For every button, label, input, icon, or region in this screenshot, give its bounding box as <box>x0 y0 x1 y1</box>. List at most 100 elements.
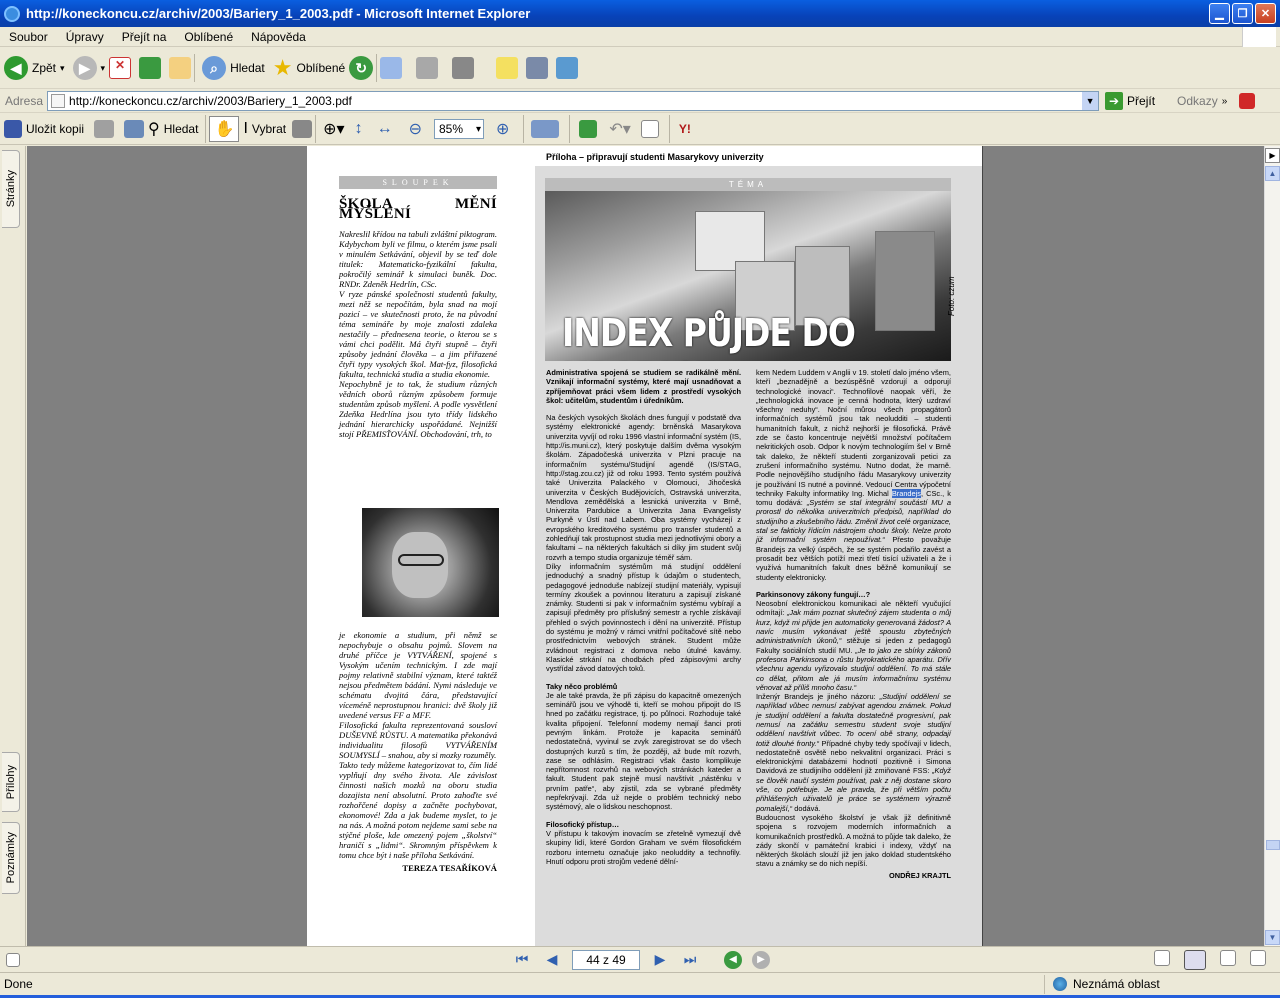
email-pdf-icon[interactable] <box>124 120 145 138</box>
edit-icon[interactable] <box>452 57 475 79</box>
highlighted-text[interactable]: Brandejs <box>891 488 921 498</box>
page-number-input[interactable]: 44 z 49 <box>572 949 640 970</box>
search-button[interactable]: ⌕ Hledat <box>198 51 269 85</box>
zoom-in-tool-icon[interactable]: ⊕▾ <box>323 119 344 139</box>
window-title: http://koneckoncu.cz/archiv/2003/Bariery… <box>26 6 531 21</box>
menu-oblibene[interactable]: Oblíbené <box>175 30 242 44</box>
menu-upravy[interactable]: Úpravy <box>57 30 113 44</box>
windows-logo-icon <box>1242 27 1276 47</box>
text-cursor-icon: I <box>243 120 248 137</box>
status-text: Done <box>4 977 33 991</box>
paragraph: Inženýr Brandejs je jiného názoru: „Stud… <box>756 692 952 813</box>
spellcheck-icon[interactable] <box>579 120 598 138</box>
paragraph: V ryze pánské společnosti studentů fakul… <box>339 289 497 379</box>
article-column-2: kem Nedem Luddem v Anglii v 19. století … <box>756 368 951 880</box>
snapshot-icon[interactable] <box>292 120 313 138</box>
back-arrow-icon: ◀ <box>4 56 28 80</box>
zoom-select[interactable]: 85% <box>433 119 484 139</box>
photo-credit: Foto: czum <box>947 276 956 316</box>
discuss-icon[interactable] <box>496 57 519 79</box>
column-heading: ŠKOLA MĚNÍ MYŠLENÍ <box>339 196 497 222</box>
address-dropdown-icon[interactable]: ▼ <box>1082 92 1099 110</box>
vertical-scrollbar[interactable]: ▶ ▲ ▼ <box>1264 146 1280 946</box>
continuous-icon[interactable] <box>1184 949 1206 970</box>
section-label: SLOUPEK <box>339 176 497 189</box>
zoom-out-icon[interactable]: ⊖ <box>409 119 422 139</box>
subheading: Parkinsonovy zákony fungují…? <box>756 589 871 599</box>
last-page-icon[interactable]: ⏭ <box>680 950 700 970</box>
maximize-button[interactable]: ❐ <box>1232 3 1253 24</box>
minimize-button[interactable]: ▁ <box>1209 3 1230 24</box>
refresh-icon[interactable] <box>139 57 162 79</box>
lead-paragraph: Administrativa spojená se studiem se rad… <box>546 368 741 405</box>
paragraph: Filosofická fakulta reprezentovaná sousl… <box>339 720 497 760</box>
navigation-pane: Stránky Přílohy Poznámky <box>0 146 26 946</box>
select-tool-button[interactable]: I Vybrat <box>239 112 290 146</box>
favorites-button[interactable]: ★ Oblíbené <box>269 51 349 85</box>
close-button[interactable]: ✕ <box>1255 3 1276 24</box>
first-page-icon[interactable]: ⏮ <box>512 950 532 970</box>
author-signature: TEREZA TESAŘÍKOVÁ <box>402 863 497 873</box>
scroll-down-icon[interactable]: ▼ <box>1265 930 1280 945</box>
hand-tool-icon[interactable]: ✋ <box>209 116 240 142</box>
mail-icon[interactable] <box>380 57 403 79</box>
acrobat-icon[interactable] <box>1239 93 1256 109</box>
tab-attachments[interactable]: Přílohy <box>2 752 20 812</box>
yahoo-icon[interactable]: Y! <box>679 122 691 136</box>
previous-page-icon[interactable]: ◀ <box>542 950 562 970</box>
paragraph: Nakreslil křídou na tabuli zvláštní pikt… <box>339 229 497 289</box>
next-page-icon[interactable]: ▶ <box>650 950 670 970</box>
paragraph: je ekonomie a studium, při němž se nepoc… <box>339 630 497 720</box>
browser-toolbar: ◀ Zpět ▾ ▶ ▾ ✕ ⌕ Hledat ★ Oblíbené ↻ <box>0 48 1280 89</box>
single-page-icon[interactable] <box>1154 949 1170 966</box>
pdf-toolbar: Uložit kopii ⚲ Hledat ✋ I Vybrat ⊕▾ ↕ ↔ … <box>0 114 1280 145</box>
links-chevron-icon[interactable]: » <box>1222 96 1228 107</box>
scroll-thumb[interactable] <box>1266 840 1280 850</box>
column-left: SLOUPEK ŠKOLA MĚNÍ MYŠLENÍ Nakreslil kří… <box>339 176 497 439</box>
messenger-icon[interactable] <box>556 57 579 79</box>
continuous-facing-icon[interactable] <box>1250 949 1266 966</box>
document-icon[interactable] <box>640 120 659 138</box>
status-panel-icon[interactable] <box>6 952 20 967</box>
stop-icon[interactable]: ✕ <box>109 57 132 79</box>
fit-height-icon[interactable]: ↕ <box>355 120 363 138</box>
facing-icon[interactable] <box>1220 949 1236 966</box>
home-icon[interactable] <box>169 57 192 79</box>
column-left-bottom: je ekonomie a studium, při němž se nepoc… <box>339 630 497 873</box>
print-pdf-icon[interactable] <box>94 120 115 138</box>
pdf-page: SLOUPEK ŠKOLA MĚNÍ MYŠLENÍ Nakreslil kří… <box>307 146 983 946</box>
article-signature: ONDŘEJ KRAJTL <box>888 870 951 880</box>
forward-arrow-icon: ▶ <box>72 56 97 80</box>
links-label[interactable]: Odkazy <box>1177 94 1218 108</box>
pane-menu-icon[interactable]: ▶ <box>1265 148 1280 163</box>
ie-icon <box>4 5 20 22</box>
fit-width-icon[interactable]: ↔ <box>377 120 393 138</box>
zoom-in-icon[interactable]: ⊕ <box>496 119 509 139</box>
page-header: Příloha – připravují studenti Masarykovy… <box>546 152 764 162</box>
menu-prejit[interactable]: Přejít na <box>113 30 176 44</box>
globe-icon <box>1053 977 1067 991</box>
address-input[interactable]: http://koneckoncu.cz/archiv/2003/Bariery… <box>47 91 1100 111</box>
rotate-icon[interactable]: ↶▾ <box>609 119 630 139</box>
paragraph: Na českých vysokých školách dnes fungují… <box>546 413 741 562</box>
research-icon[interactable] <box>526 57 549 79</box>
tab-comments[interactable]: Poznámky <box>2 822 20 894</box>
next-view-icon[interactable]: ▶ <box>752 950 770 969</box>
menu-soubor[interactable]: Soubor <box>0 30 57 44</box>
back-button[interactable]: ◀ Zpět ▾ <box>0 51 69 85</box>
pdf-search-button[interactable]: ⚲ Hledat <box>144 112 202 146</box>
print-icon[interactable] <box>416 57 439 79</box>
search-icon: ⌕ <box>202 56 227 80</box>
tab-pages[interactable]: Stránky <box>2 150 20 228</box>
scroll-up-icon[interactable]: ▲ <box>1265 166 1280 181</box>
history-icon[interactable]: ↻ <box>349 56 374 80</box>
section-label-tema: TÉMA <box>545 178 951 191</box>
forward-button[interactable]: ▶ ▾ <box>69 51 110 85</box>
previous-view-icon[interactable]: ◀ <box>724 950 742 969</box>
pages-view-icon[interactable] <box>531 120 560 138</box>
article-photo: INDEX PŮJDE DO KRABICE <box>545 191 951 361</box>
paragraph: Díky informačním systémům má studijní od… <box>546 561 741 674</box>
save-copy-button[interactable]: Uložit kopii <box>0 112 88 146</box>
menu-napoveda[interactable]: Nápověda <box>242 30 315 44</box>
go-button[interactable]: ➔ Přejít <box>1105 92 1155 110</box>
